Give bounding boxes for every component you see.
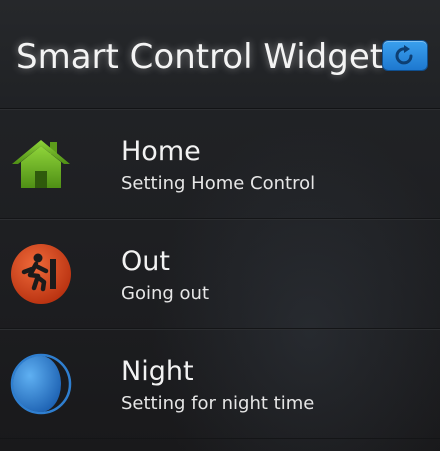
refresh-button[interactable] [383,41,427,70]
widget-header: Smart Control Widget [0,0,440,109]
mode-subtitle-out: Going out [121,283,209,304]
mode-item-home[interactable]: Home Setting Home Control [0,109,440,219]
mode-label-out: Out [121,246,170,277]
mode-subtitle-home: Setting Home Control [121,173,316,194]
home-icon [10,134,72,194]
widget-title: Smart Control Widget [16,37,384,77]
refresh-icon [395,44,413,64]
mode-label-night: Night [121,356,194,387]
running-person-icon [10,244,72,304]
mode-item-night[interactable]: Night Setting for night time [0,329,440,439]
mode-subtitle-night: Setting for night time [121,393,315,414]
mode-label-home: Home [121,136,201,167]
mode-item-out[interactable]: Out Going out [0,219,440,329]
moon-icon [10,353,72,415]
smart-control-widget: Smart Control Widget Home Setting Home C… [0,0,440,451]
